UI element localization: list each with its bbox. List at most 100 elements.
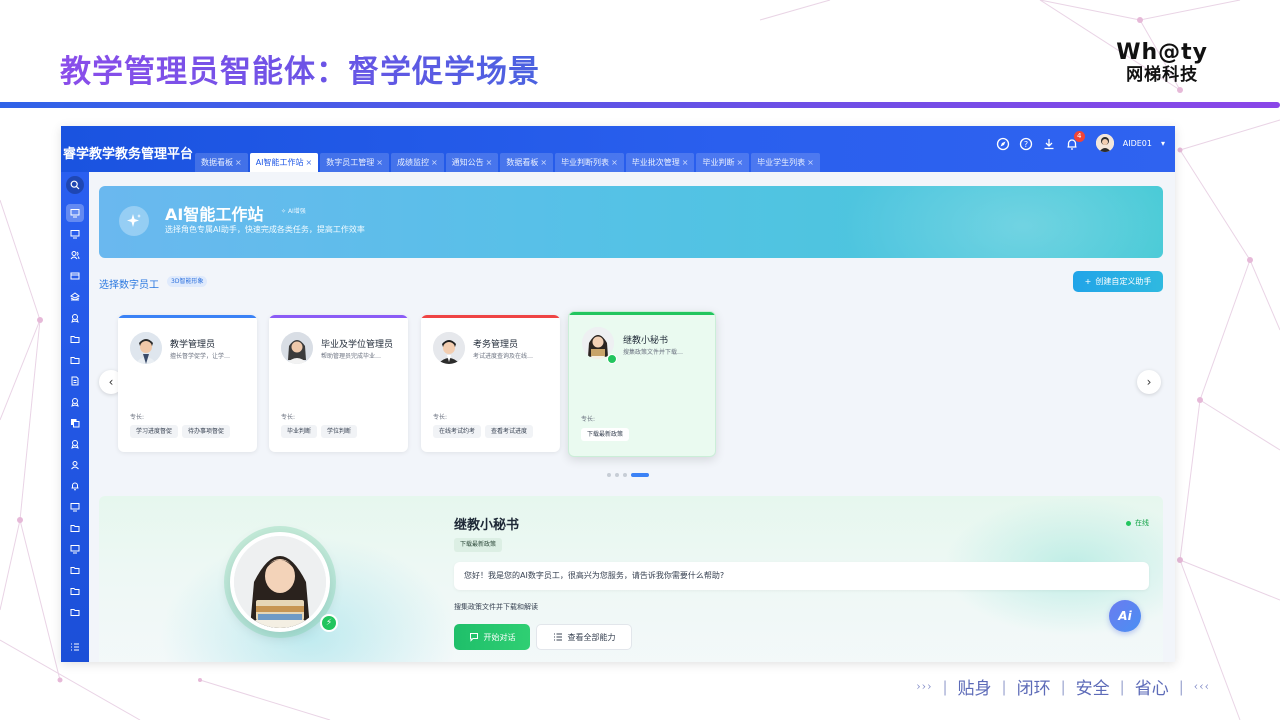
user-name[interactable]: AIDE01 [1123,139,1152,148]
tab-label: 毕业批次管理 [631,158,680,167]
employee-detail-panel: ⚡ 继教小秘书 在线 下载最新政策 您好！我是您的AI数字员工，很高兴为您服务，… [99,496,1163,662]
collapse-menu-icon[interactable] [66,638,84,656]
tab-notice[interactable]: 通知公告 × [445,153,499,172]
carousel-dot[interactable] [623,473,627,477]
monitor-icon[interactable] [66,498,84,516]
tab-graduate-students[interactable]: 毕业学生列表 × [751,153,820,172]
folder-icon[interactable] [66,351,84,369]
card-spec-label: 专长: [433,414,448,421]
card-desc: 搜集政策文件并下载… [623,349,684,356]
footer-tag: 安全 [1075,679,1110,699]
avatar [130,332,162,364]
carousel-dot[interactable] [615,473,619,477]
close-icon[interactable]: × [611,153,618,172]
folder-icon[interactable] [66,330,84,348]
close-icon[interactable]: × [736,153,743,172]
tab-data-dashboard[interactable]: 数据看板 × [195,153,248,172]
tab-ai-workstation[interactable]: AI智能工作站 × [249,153,319,172]
monitor-icon[interactable] [66,225,84,243]
folder-icon[interactable] [66,582,84,600]
arrow-right-icon: ››› [916,680,933,693]
close-icon[interactable]: × [376,153,383,172]
close-icon[interactable]: × [486,153,493,172]
avatar[interactable] [1095,134,1114,152]
stack-icon[interactable] [66,288,84,306]
search-icon[interactable] [66,176,84,194]
card-accent-bar [569,312,715,315]
ai-assistant-fab[interactable]: Ai [1109,600,1141,632]
section-tag: 3D智能形象 [167,276,208,287]
download-icon[interactable] [1042,136,1056,150]
ai-badge-label: AI增强 [287,208,306,215]
view-all-abilities-button[interactable]: 查看全部能力 [536,624,632,650]
card-desc: 帮助管理员完成毕业… [321,353,382,360]
card-name: 继教小秘书 [623,336,669,346]
help-icon[interactable]: ? [1019,136,1033,151]
app-name: 睿学教学教务管理平台 [63,147,194,162]
folder-icon[interactable] [66,603,84,621]
bell-icon[interactable] [66,477,84,495]
monitor-icon[interactable] [66,540,84,558]
card-accent-bar [269,315,408,318]
bell-icon[interactable]: 4 [1065,131,1085,150]
skill-chip: 下载最新政策 [454,538,503,552]
close-icon[interactable]: × [682,153,689,172]
employee-card[interactable]: 毕业及学位管理员 帮助管理员完成毕业… 专长: 毕业判断 学位判断 [269,315,408,452]
tab-graduation-batch[interactable]: 毕业批次管理 × [625,153,695,172]
tab-label: 通知公告 [451,158,484,167]
award-icon[interactable] [66,309,84,327]
plus-icon: + [1084,277,1092,286]
sidebar [61,172,89,662]
skill-chip: 在线考试约考 [433,425,482,438]
check-icon [607,354,617,364]
user-icon[interactable] [66,456,84,474]
notification-badge: 4 [1073,131,1085,142]
skill-chip: 下载最新政策 [581,428,630,441]
folder-icon[interactable] [66,561,84,579]
employee-card[interactable]: 教学管理员 擅长督学促学，让学… 专长: 学习进度督促 待办事项督促 [118,315,257,452]
compass-icon[interactable] [996,136,1010,151]
skill-chip: 查看考试进度 [485,425,534,438]
employee-card[interactable]: 考务管理员 考试进度查询及在线… 专长: 在线考试约考 查看考试进度 [421,315,560,452]
card-chips: 下载最新政策 [581,428,630,441]
close-icon[interactable]: × [235,153,242,172]
tab-data-dashboard-2[interactable]: 数据看板 × [500,153,554,172]
close-icon[interactable]: × [807,153,814,172]
card-name: 教学管理员 [170,340,216,350]
employee-card-selected[interactable]: 继教小秘书 搜集政策文件并下载… 专长: 下载最新政策 [568,311,716,457]
footer-tag: 贴身 [957,679,992,699]
copy-icon[interactable] [66,414,84,432]
tab-graduation-list[interactable]: 毕业判断列表 × [555,153,624,172]
chevron-left-icon: ‹ [108,375,114,389]
tab-grade-monitor[interactable]: 成绩监控 × [390,153,444,172]
monitor-icon[interactable] [66,204,84,222]
card-accent-bar [118,315,257,318]
carousel-dot-active[interactable] [631,473,649,477]
top-icons: ? 4 AIDE01 ▾ [996,131,1165,152]
carousel-dot[interactable] [607,473,611,477]
document-icon[interactable] [66,372,84,390]
card-icon[interactable] [66,267,84,285]
top-bar: 睿学教学教务管理平台 数据看板 × AI智能工作站 × 数字员工管理 × 成绩监控 × … [61,126,1175,172]
tab-graduation-judge[interactable]: 毕业判断 × [696,153,750,172]
award-icon[interactable] [66,435,84,453]
hero-subtitle: 选择角色专属AI助手，快速完成各类任务，提高工作效率 [165,225,365,234]
close-icon[interactable]: × [306,153,313,172]
carousel-next-button[interactable]: › [1137,370,1161,394]
card-accent-bar [421,315,560,318]
divider: | [1060,677,1066,696]
close-icon[interactable]: × [540,153,547,172]
award-icon[interactable] [66,393,84,411]
folder-icon[interactable] [66,519,84,537]
create-assistant-button[interactable]: + 创建自定义助手 [1073,271,1163,292]
card-chips: 在线考试约考 查看考试进度 [433,425,534,438]
main-content: AI智能工作站 ✧ AI增强 选择角色专属AI助手，快速完成各类任务，提高工作效… [89,172,1175,662]
close-icon[interactable]: × [431,153,438,172]
divider: | [942,677,948,696]
start-chat-button[interactable]: 开始对话 [454,624,530,650]
tab-digital-employee[interactable]: 数字员工管理 × [320,153,389,172]
chevron-down-icon[interactable]: ▾ [1161,139,1165,148]
sparkle-icon [119,206,149,236]
tab-label: 毕业判断列表 [561,158,610,167]
users-icon[interactable] [66,246,84,264]
